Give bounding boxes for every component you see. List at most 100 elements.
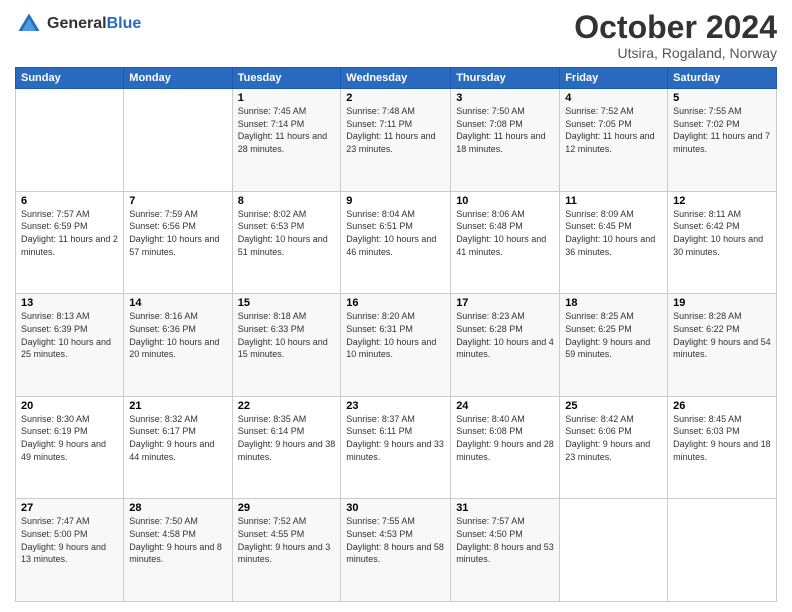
sunset: Sunset: 6:42 PM: [673, 221, 740, 231]
daylight: Daylight: 10 hours and 36 minutes.: [565, 234, 655, 257]
daylight: Daylight: 9 hours and 59 minutes.: [565, 337, 650, 360]
daylight: Daylight: 11 hours and 7 minutes.: [673, 131, 770, 154]
day-info: Sunrise: 8:28 AM Sunset: 6:22 PM Dayligh…: [673, 310, 771, 360]
sunset: Sunset: 4:58 PM: [129, 529, 196, 539]
day-info: Sunrise: 7:45 AM Sunset: 7:14 PM Dayligh…: [238, 105, 336, 155]
sunrise: Sunrise: 8:30 AM: [21, 414, 90, 424]
calendar-week-row: 6 Sunrise: 7:57 AM Sunset: 6:59 PM Dayli…: [16, 191, 777, 294]
sunset: Sunset: 7:14 PM: [238, 119, 305, 129]
daylight: Daylight: 10 hours and 4 minutes.: [456, 337, 554, 360]
sunrise: Sunrise: 8:23 AM: [456, 311, 525, 321]
header: GeneralBlue October 2024 Utsira, Rogalan…: [15, 10, 777, 61]
sunset: Sunset: 6:14 PM: [238, 426, 305, 436]
day-info: Sunrise: 8:13 AM Sunset: 6:39 PM Dayligh…: [21, 310, 118, 360]
sunrise: Sunrise: 8:35 AM: [238, 414, 307, 424]
sunrise: Sunrise: 7:59 AM: [129, 209, 198, 219]
daylight: Daylight: 10 hours and 46 minutes.: [346, 234, 436, 257]
day-number: 28: [129, 502, 226, 514]
calendar-week-row: 1 Sunrise: 7:45 AM Sunset: 7:14 PM Dayli…: [16, 89, 777, 192]
day-number: 6: [21, 195, 118, 207]
day-number: 14: [129, 297, 226, 309]
sunset: Sunset: 6:03 PM: [673, 426, 740, 436]
day-info: Sunrise: 7:50 AM Sunset: 7:08 PM Dayligh…: [456, 105, 554, 155]
sunrise: Sunrise: 8:09 AM: [565, 209, 634, 219]
day-number: 23: [346, 400, 445, 412]
day-info: Sunrise: 8:02 AM Sunset: 6:53 PM Dayligh…: [238, 208, 336, 258]
day-number: 5: [673, 92, 771, 104]
sunrise: Sunrise: 7:47 AM: [21, 516, 90, 526]
calendar-cell: 29 Sunrise: 7:52 AM Sunset: 4:55 PM Dayl…: [232, 499, 341, 602]
day-number: 11: [565, 195, 662, 207]
day-info: Sunrise: 8:11 AM Sunset: 6:42 PM Dayligh…: [673, 208, 771, 258]
calendar-cell: 15 Sunrise: 8:18 AM Sunset: 6:33 PM Dayl…: [232, 294, 341, 397]
sunset: Sunset: 4:55 PM: [238, 529, 305, 539]
sunrise: Sunrise: 7:52 AM: [238, 516, 307, 526]
sunrise: Sunrise: 8:11 AM: [673, 209, 741, 219]
sunrise: Sunrise: 8:37 AM: [346, 414, 415, 424]
day-number: 24: [456, 400, 554, 412]
day-info: Sunrise: 7:50 AM Sunset: 4:58 PM Dayligh…: [129, 515, 226, 565]
sunrise: Sunrise: 7:50 AM: [129, 516, 198, 526]
sunset: Sunset: 6:08 PM: [456, 426, 523, 436]
sunset: Sunset: 6:06 PM: [565, 426, 632, 436]
day-info: Sunrise: 7:55 AM Sunset: 7:02 PM Dayligh…: [673, 105, 771, 155]
calendar-cell: 18 Sunrise: 8:25 AM Sunset: 6:25 PM Dayl…: [560, 294, 668, 397]
calendar-cell: 14 Sunrise: 8:16 AM Sunset: 6:36 PM Dayl…: [124, 294, 232, 397]
sunrise: Sunrise: 8:40 AM: [456, 414, 525, 424]
day-info: Sunrise: 7:57 AM Sunset: 4:50 PM Dayligh…: [456, 515, 554, 565]
calendar-cell: 24 Sunrise: 8:40 AM Sunset: 6:08 PM Dayl…: [451, 396, 560, 499]
daylight: Daylight: 9 hours and 28 minutes.: [456, 439, 554, 462]
sunset: Sunset: 6:59 PM: [21, 221, 88, 231]
sunset: Sunset: 6:22 PM: [673, 324, 740, 334]
sunrise: Sunrise: 8:13 AM: [21, 311, 90, 321]
logo-icon: [15, 10, 43, 38]
sunset: Sunset: 6:33 PM: [238, 324, 305, 334]
sunrise: Sunrise: 8:16 AM: [129, 311, 198, 321]
sunset: Sunset: 6:17 PM: [129, 426, 196, 436]
day-number: 31: [456, 502, 554, 514]
calendar-cell: 9 Sunrise: 8:04 AM Sunset: 6:51 PM Dayli…: [341, 191, 451, 294]
day-number: 19: [673, 297, 771, 309]
day-info: Sunrise: 7:57 AM Sunset: 6:59 PM Dayligh…: [21, 208, 118, 258]
daylight: Daylight: 8 hours and 53 minutes.: [456, 542, 554, 565]
calendar-cell: 8 Sunrise: 8:02 AM Sunset: 6:53 PM Dayli…: [232, 191, 341, 294]
day-number: 4: [565, 92, 662, 104]
day-info: Sunrise: 8:04 AM Sunset: 6:51 PM Dayligh…: [346, 208, 445, 258]
day-number: 7: [129, 195, 226, 207]
sunset: Sunset: 7:11 PM: [346, 119, 412, 129]
calendar-cell: 5 Sunrise: 7:55 AM Sunset: 7:02 PM Dayli…: [668, 89, 777, 192]
calendar-cell: 2 Sunrise: 7:48 AM Sunset: 7:11 PM Dayli…: [341, 89, 451, 192]
day-number: 17: [456, 297, 554, 309]
daylight: Daylight: 9 hours and 54 minutes.: [673, 337, 771, 360]
day-number: 15: [238, 297, 336, 309]
day-info: Sunrise: 8:25 AM Sunset: 6:25 PM Dayligh…: [565, 310, 662, 360]
daylight: Daylight: 11 hours and 23 minutes.: [346, 131, 435, 154]
day-number: 16: [346, 297, 445, 309]
calendar-cell: [668, 499, 777, 602]
daylight: Daylight: 10 hours and 30 minutes.: [673, 234, 763, 257]
daylight: Daylight: 9 hours and 18 minutes.: [673, 439, 771, 462]
daylight: Daylight: 10 hours and 57 minutes.: [129, 234, 219, 257]
sunset: Sunset: 6:45 PM: [565, 221, 632, 231]
day-number: 8: [238, 195, 336, 207]
sunrise: Sunrise: 8:25 AM: [565, 311, 634, 321]
day-info: Sunrise: 8:37 AM Sunset: 6:11 PM Dayligh…: [346, 413, 445, 463]
calendar-week-row: 13 Sunrise: 8:13 AM Sunset: 6:39 PM Dayl…: [16, 294, 777, 397]
daylight: Daylight: 9 hours and 3 minutes.: [238, 542, 331, 565]
sunset: Sunset: 4:50 PM: [456, 529, 523, 539]
daylight: Daylight: 9 hours and 8 minutes.: [129, 542, 222, 565]
sunrise: Sunrise: 7:57 AM: [456, 516, 525, 526]
day-info: Sunrise: 8:16 AM Sunset: 6:36 PM Dayligh…: [129, 310, 226, 360]
calendar-cell: 21 Sunrise: 8:32 AM Sunset: 6:17 PM Dayl…: [124, 396, 232, 499]
sunset: Sunset: 6:51 PM: [346, 221, 413, 231]
daylight: Daylight: 9 hours and 13 minutes.: [21, 542, 106, 565]
sunrise: Sunrise: 8:04 AM: [346, 209, 415, 219]
calendar-cell: 28 Sunrise: 7:50 AM Sunset: 4:58 PM Dayl…: [124, 499, 232, 602]
sunrise: Sunrise: 8:45 AM: [673, 414, 742, 424]
day-info: Sunrise: 8:40 AM Sunset: 6:08 PM Dayligh…: [456, 413, 554, 463]
day-number: 18: [565, 297, 662, 309]
day-number: 20: [21, 400, 118, 412]
day-info: Sunrise: 8:32 AM Sunset: 6:17 PM Dayligh…: [129, 413, 226, 463]
sunset: Sunset: 7:02 PM: [673, 119, 740, 129]
sunrise: Sunrise: 8:28 AM: [673, 311, 742, 321]
